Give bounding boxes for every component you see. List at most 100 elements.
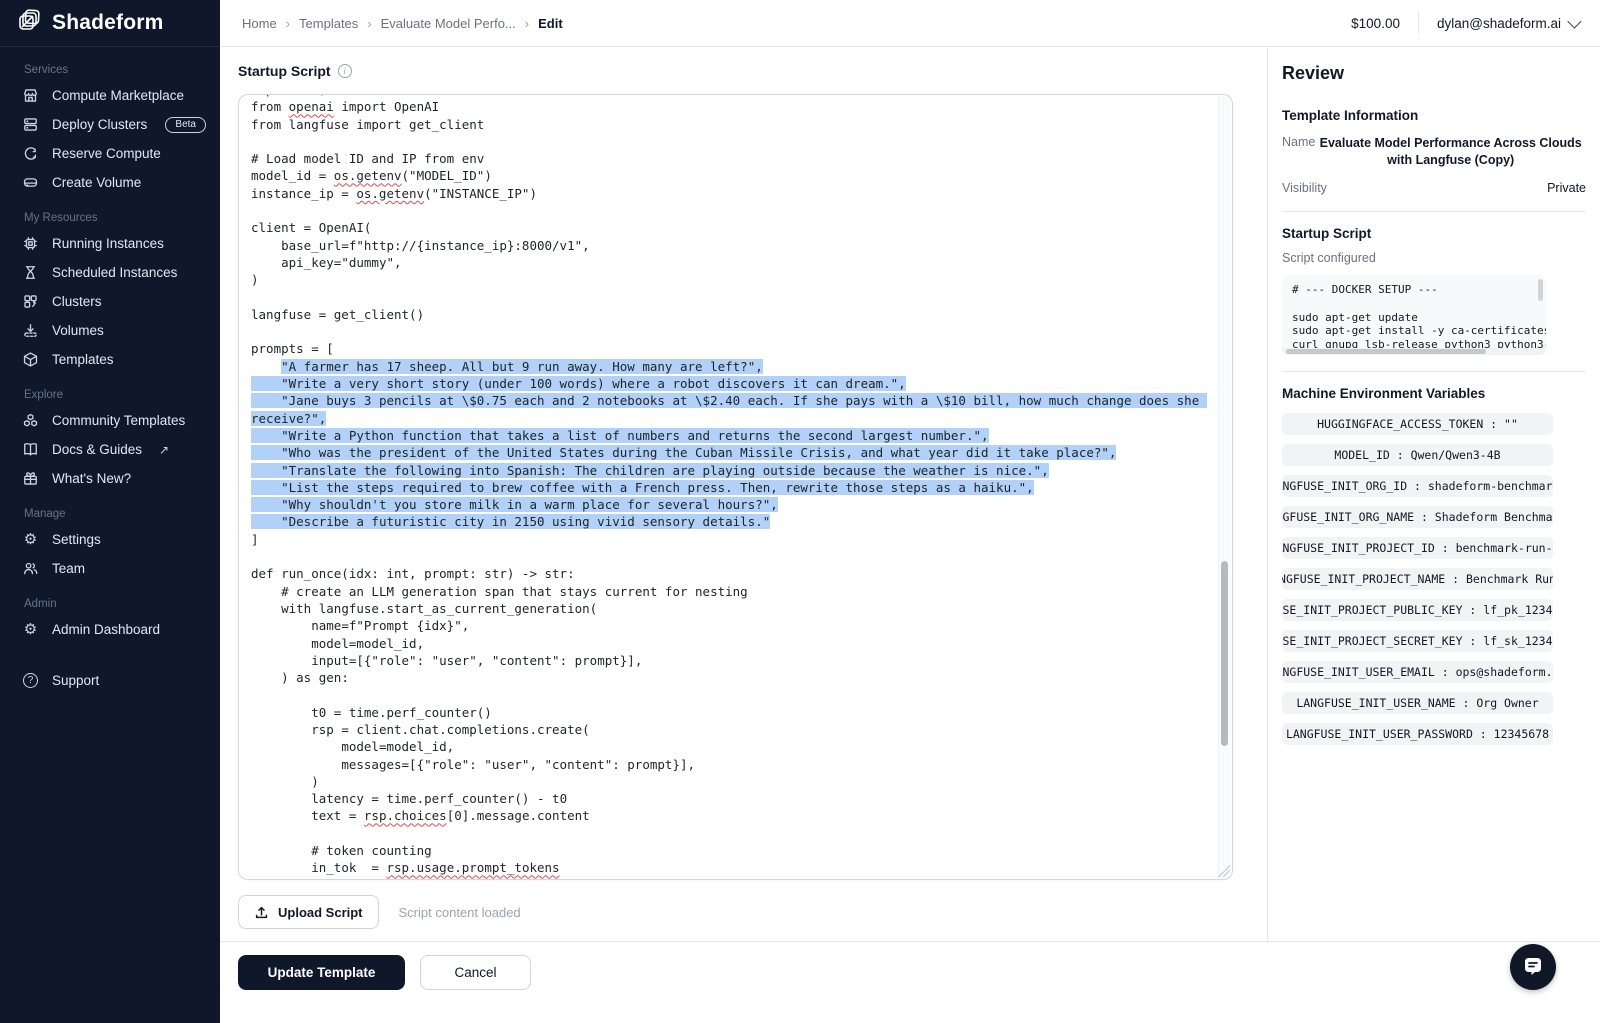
env-var-pill-langfuse_init_project_secret_key: LANGFUSE_INIT_PROJECT_SECRET_KEY : lf_sk… — [1282, 630, 1553, 652]
preview-hscrollbar-track[interactable] — [1282, 348, 1546, 355]
divider — [1282, 211, 1586, 212]
sidebar-item-create-volume[interactable]: Create Volume — [0, 168, 220, 197]
editor-resize-handle[interactable] — [1218, 865, 1230, 877]
sidebar-item-deploy-clusters[interactable]: Deploy ClustersBeta — [0, 110, 220, 139]
sidebar-item-what-s-new[interactable]: What's New? — [0, 464, 220, 493]
env-var-pill-langfuse_init_user_email: LANGFUSE_INIT_USER_EMAIL : ops@shadeform… — [1282, 661, 1553, 683]
selected-code-text: "A farmer has 17 sheep. All but 9 run aw… — [251, 359, 1207, 530]
footer-bar: Update Template Cancel — [220, 941, 1600, 1023]
env-vars-heading: Machine Environment Variables — [1282, 386, 1586, 401]
storefront-icon — [22, 87, 39, 104]
env-var-pill-langfuse_init_project_id: LANGFUSE_INIT_PROJECT_ID : benchmark-run… — [1282, 537, 1553, 559]
cube-icon — [22, 351, 39, 368]
sidebar-item-label: Admin Dashboard — [52, 622, 160, 637]
sidebar-item-label: Clusters — [52, 294, 102, 309]
spellcheck-flagged-text: rsp.usage.prompt_tokens — [386, 860, 559, 875]
script-configured-status: Script configured — [1282, 251, 1586, 265]
external-link-icon: ↗ — [159, 443, 169, 457]
startup-script-heading: Startup Script — [1282, 226, 1586, 241]
info-icon[interactable]: i — [338, 64, 352, 78]
sidebar-item-label: What's New? — [52, 471, 131, 486]
visibility-value: Private — [1547, 181, 1586, 195]
visibility-label: Visibility — [1282, 181, 1327, 195]
sidebar-item-label: Docs & Guides — [52, 442, 142, 457]
breadcrumb-separator: › — [525, 16, 529, 31]
reserve-icon — [22, 145, 39, 162]
gear-icon: ⚙ — [22, 531, 39, 548]
spellcheck-flagged-text: os.getenv — [334, 168, 402, 183]
layers-logo-icon — [16, 8, 42, 39]
sidebar-item-label: Settings — [52, 532, 101, 547]
sidebar-item-docs-guides[interactable]: Docs & Guides ↗ — [0, 435, 220, 464]
account-email: dylan@shadeform.ai — [1437, 16, 1561, 31]
sidebar-item-community-templates[interactable]: Community Templates — [0, 406, 220, 435]
sidebar-item-label: Compute Marketplace — [52, 88, 184, 103]
editor-scrollbar-track[interactable] — [1218, 96, 1231, 878]
breadcrumb-item-templates[interactable]: Templates — [299, 16, 358, 31]
upload-script-label: Upload Script — [278, 905, 363, 920]
sidebar-item-label: Create Volume — [52, 175, 141, 190]
upload-status-text: Script content loaded — [399, 905, 521, 920]
preview-vscrollbar-thumb[interactable] — [1538, 279, 1543, 301]
sidebar-section-explore: Explore — [24, 389, 196, 401]
startup-script-code: import os, time from openai import OpenA… — [239, 94, 1215, 877]
account-balance[interactable]: $100.00 — [1351, 16, 1400, 31]
sidebar-item-running-instances[interactable]: Running Instances — [0, 229, 220, 258]
template-name-row: Name Evaluate Model Performance Across C… — [1282, 135, 1586, 169]
hourglass-icon — [22, 264, 39, 281]
env-vars-list: HUGGINGFACE_ACCESS_TOKEN : ""MODEL_ID : … — [1282, 413, 1586, 745]
sidebar-item-label: Running Instances — [52, 236, 164, 251]
env-var-pill-langfuse_init_user_password: LANGFUSE_INIT_USER_PASSWORD : 12345678 — [1282, 723, 1553, 745]
cpu-icon — [22, 235, 39, 252]
sidebar-item-label: Scheduled Instances — [52, 265, 177, 280]
chat-support-button[interactable] — [1510, 944, 1556, 990]
preview-hscrollbar-thumb[interactable] — [1286, 349, 1486, 354]
account-menu[interactable]: dylan@shadeform.ai — [1437, 16, 1578, 31]
template-name-value: Evaluate Model Performance Across Clouds… — [1315, 135, 1586, 169]
visibility-row: Visibility Private — [1282, 181, 1586, 195]
sidebar-item-reserve-compute[interactable]: Reserve Compute — [0, 139, 220, 168]
upload-script-button[interactable]: Upload Script — [238, 895, 379, 929]
review-title: Review — [1282, 63, 1586, 84]
sidebar-item-admin-dashboard[interactable]: ⚙Admin Dashboard — [0, 615, 220, 644]
code-text: ("INSTANCE_IP") client = OpenAI( base_ur… — [251, 186, 590, 374]
page-title-text: Startup Script — [238, 63, 331, 79]
sidebar-item-team[interactable]: Team — [0, 554, 220, 583]
sidebar-item-scheduled-instances[interactable]: Scheduled Instances — [0, 258, 220, 287]
sidebar-item-label: Volumes — [52, 323, 104, 338]
env-var-pill-model_id: MODEL_ID : Qwen/Qwen3-4B — [1282, 444, 1553, 466]
sidebar-item-support[interactable]: ? Support — [0, 666, 220, 695]
sidebar-item-compute-marketplace[interactable]: Compute Marketplace — [0, 81, 220, 110]
update-template-button[interactable]: Update Template — [238, 955, 405, 990]
sidebar-item-clusters[interactable]: Clusters — [0, 287, 220, 316]
breadcrumb-item-edit: Edit — [538, 16, 563, 31]
divider — [1282, 371, 1586, 372]
drive-icon — [22, 174, 39, 191]
cluster-icon — [22, 293, 39, 310]
sidebar: Shadeform ServicesCompute MarketplaceDep… — [0, 0, 220, 1023]
startup-script-editor[interactable]: import os, time from openai import OpenA… — [238, 94, 1233, 880]
sidebar-item-settings[interactable]: ⚙ Settings — [0, 525, 220, 554]
book-icon — [22, 441, 39, 458]
breadcrumb-separator: › — [286, 16, 290, 31]
sidebar-item-volumes[interactable]: Volumes — [0, 316, 220, 345]
breadcrumb-item-home[interactable]: Home — [242, 16, 277, 31]
cancel-button[interactable]: Cancel — [420, 955, 531, 990]
template-info-heading: Template Information — [1282, 108, 1586, 123]
chat-bubble-icon — [1521, 955, 1545, 979]
editor-scrollbar-thumb[interactable] — [1221, 561, 1228, 746]
review-panel: Review Template Information Name Evaluat… — [1267, 47, 1600, 941]
beta-badge: Beta — [165, 117, 206, 133]
sidebar-section-my-resources: My Resources — [24, 212, 196, 224]
script-preview-box[interactable]: # --- DOCKER SETUP --- sudo apt-get upda… — [1282, 275, 1546, 355]
template-name-label: Name — [1282, 135, 1315, 149]
breadcrumb: Home›Templates›Evaluate Model Perfo...›E… — [242, 16, 563, 31]
spellcheck-flagged-text: rsp.choices — [364, 808, 447, 823]
sidebar-item-templates[interactable]: Templates — [0, 345, 220, 374]
divider — [1418, 12, 1419, 34]
breadcrumb-item-evaluate-model-perfo[interactable]: Evaluate Model Perfo... — [381, 16, 516, 31]
community-icon — [22, 412, 39, 429]
servers-icon — [22, 116, 39, 133]
gift-icon — [22, 470, 39, 487]
brand-header[interactable]: Shadeform — [0, 0, 220, 47]
